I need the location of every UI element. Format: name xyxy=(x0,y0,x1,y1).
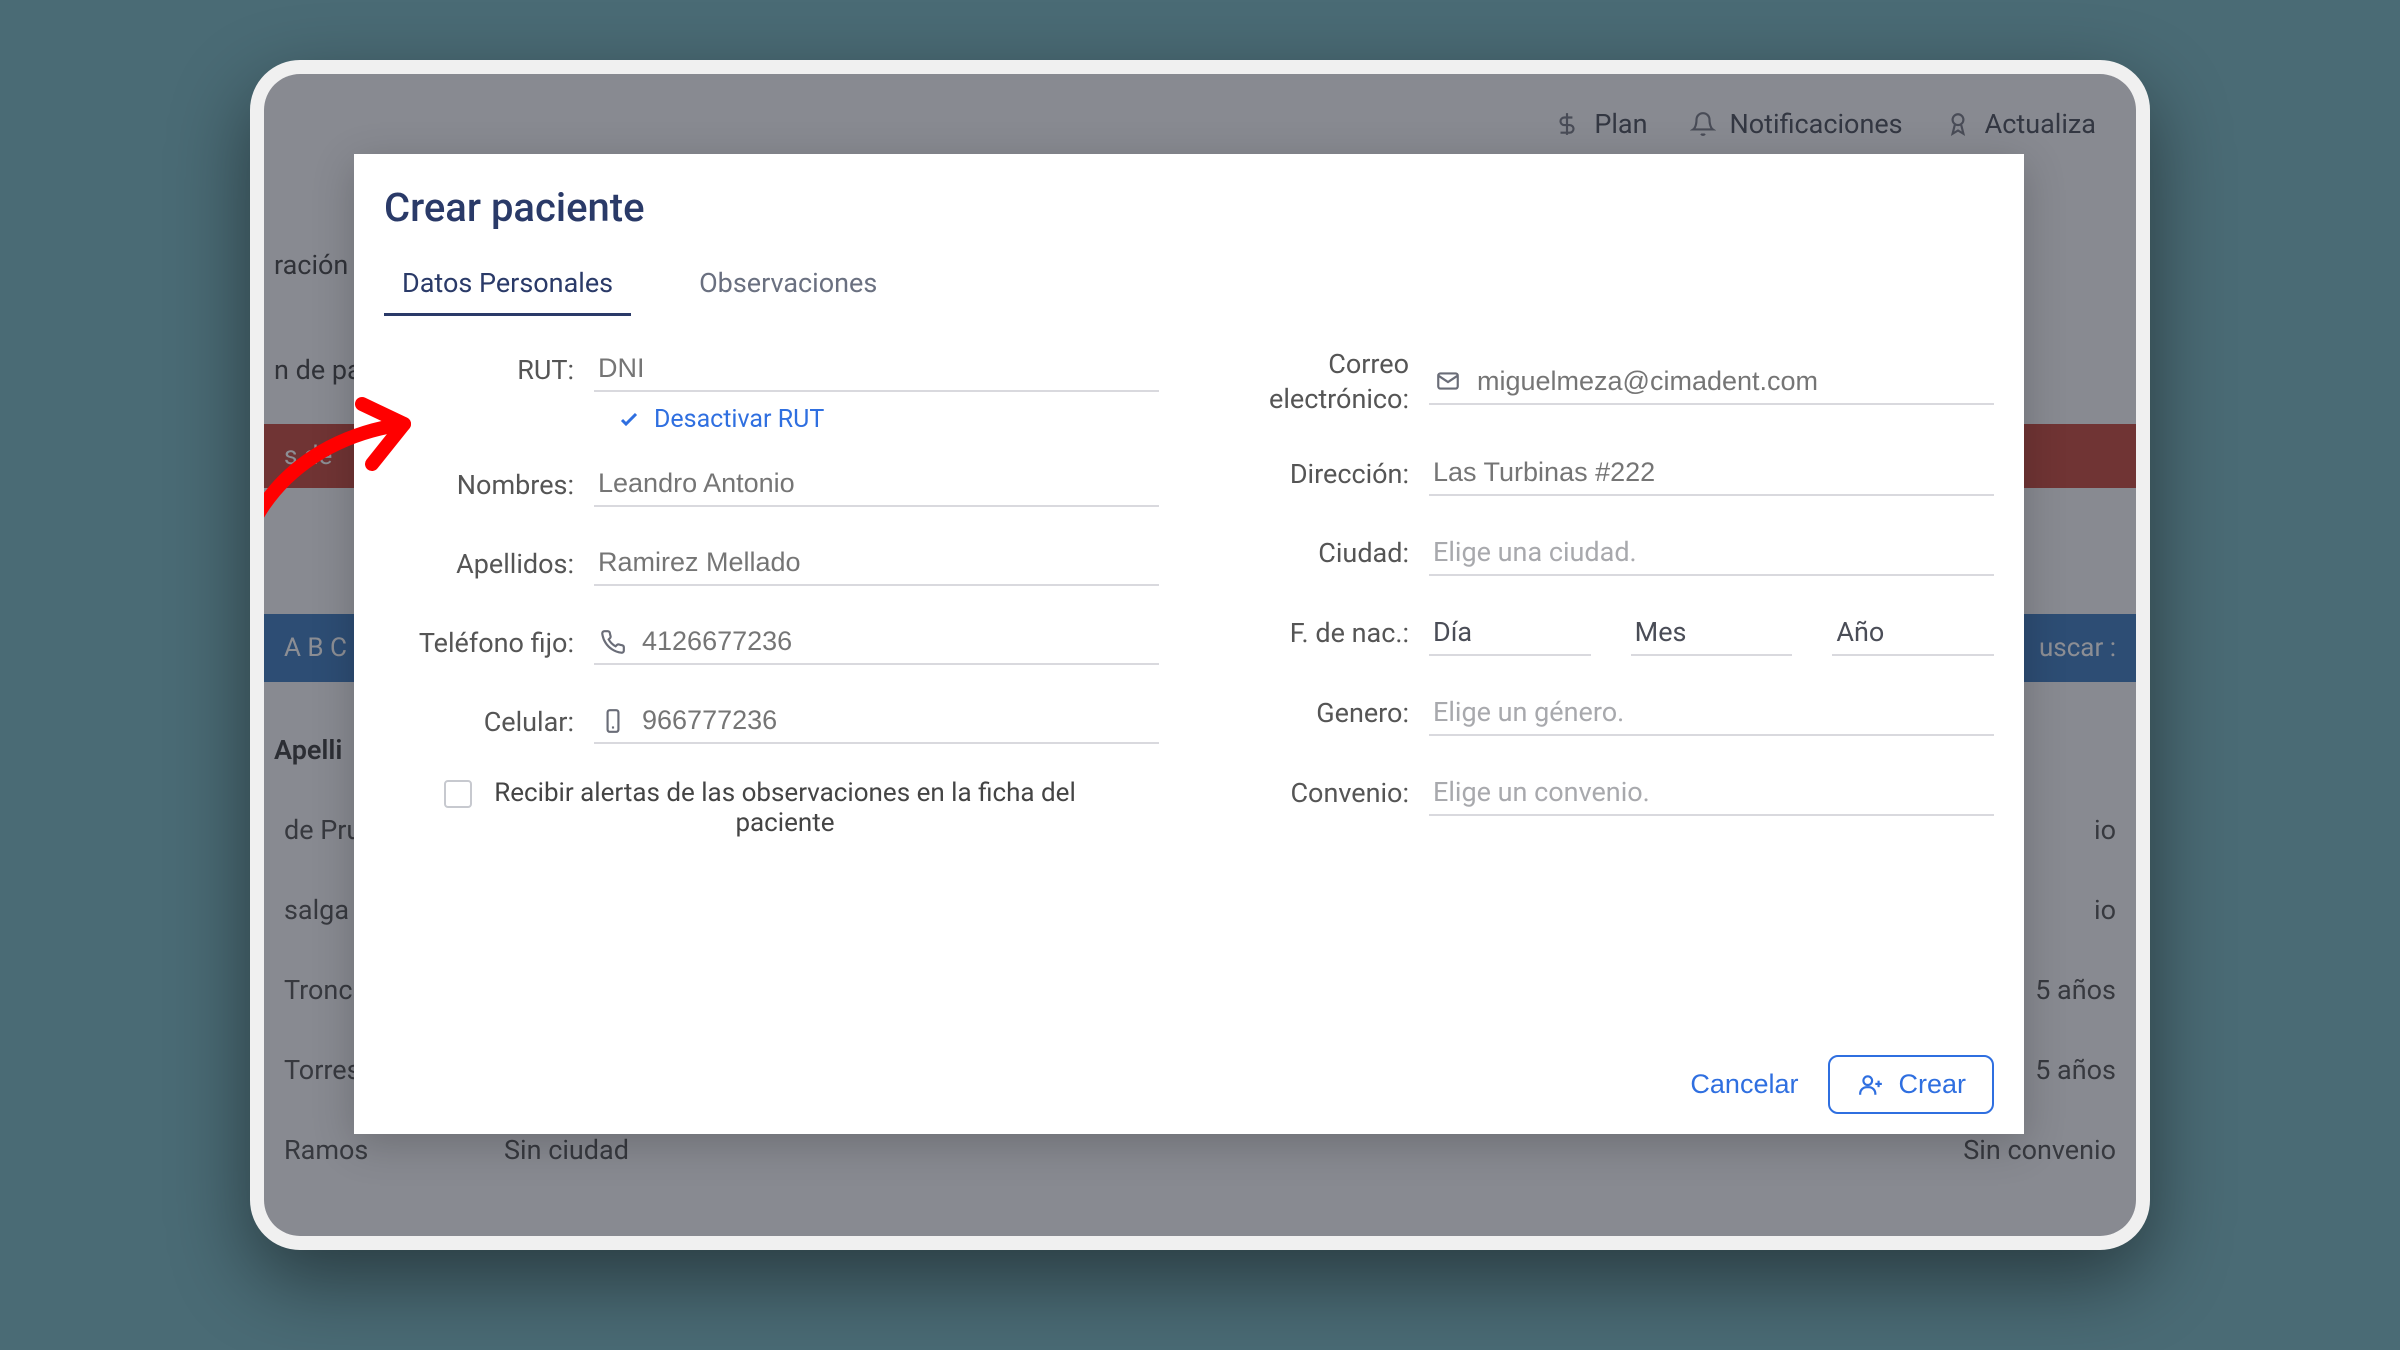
city-select[interactable]: Elige una ciudad. xyxy=(1433,536,1990,568)
agreement-select[interactable]: Elige un convenio. xyxy=(1433,776,1990,808)
field-mobile: Celular: xyxy=(384,699,1159,744)
label-names: Nombres: xyxy=(384,469,594,501)
modal-title: Crear paciente xyxy=(384,184,1994,231)
check-icon xyxy=(614,404,644,434)
email-input[interactable] xyxy=(1477,366,1990,397)
label-landline: Teléfono fijo: xyxy=(384,627,594,659)
landline-input[interactable] xyxy=(642,626,1155,657)
field-email: Correo electrónico: xyxy=(1219,347,1994,417)
field-rut: RUT: xyxy=(384,347,1159,392)
agreement-select-wrap[interactable]: Elige un convenio. xyxy=(1429,770,1994,816)
field-city: Ciudad: Elige una ciudad. xyxy=(1219,530,1994,576)
label-gender: Genero: xyxy=(1219,697,1429,729)
user-plus-icon xyxy=(1856,1070,1886,1100)
form-columns: RUT: Desactivar RUT Nombres: xyxy=(384,347,1994,1035)
city-select-wrap[interactable]: Elige una ciudad. xyxy=(1429,530,1994,576)
deactivate-rut-link[interactable]: Desactivar RUT xyxy=(614,404,1159,434)
phone-icon xyxy=(598,627,628,657)
field-gender: Genero: Elige un género. xyxy=(1219,690,1994,736)
form-right-column: Correo electrónico: Dirección: xyxy=(1219,347,1994,1035)
alerts-checkbox[interactable] xyxy=(444,780,472,808)
create-patient-modal: Crear paciente Datos Personales Observac… xyxy=(354,154,2024,1134)
deactivate-rut-label: Desactivar RUT xyxy=(654,405,824,434)
label-city: Ciudad: xyxy=(1219,537,1429,569)
create-button-label: Crear xyxy=(1898,1069,1966,1100)
mobile-input-wrap[interactable] xyxy=(594,699,1159,744)
surnames-input-wrap[interactable] xyxy=(594,541,1159,586)
tab-personal-data[interactable]: Datos Personales xyxy=(384,259,631,316)
mobile-input[interactable] xyxy=(642,705,1155,736)
label-rut: RUT: xyxy=(384,354,594,386)
names-input[interactable] xyxy=(598,468,1155,499)
mail-icon xyxy=(1433,366,1463,396)
cancel-button[interactable]: Cancelar xyxy=(1690,1069,1798,1100)
dob-month-select[interactable]: Mes xyxy=(1631,610,1793,656)
rut-input-wrap[interactable] xyxy=(594,347,1159,392)
dob-day-select[interactable]: Día xyxy=(1429,610,1591,656)
label-surnames: Apellidos: xyxy=(384,548,594,580)
modal-tabs: Datos Personales Observaciones xyxy=(384,259,1994,317)
dob-selects: Día Mes Año xyxy=(1429,610,1994,656)
field-agreement: Convenio: Elige un convenio. xyxy=(1219,770,1994,816)
field-names: Nombres: xyxy=(384,462,1159,507)
landline-input-wrap[interactable] xyxy=(594,620,1159,665)
gender-select-wrap[interactable]: Elige un género. xyxy=(1429,690,1994,736)
field-surnames: Apellidos: xyxy=(384,541,1159,586)
mobile-icon xyxy=(598,706,628,736)
tab-observations[interactable]: Observaciones xyxy=(681,259,895,316)
email-input-wrap[interactable] xyxy=(1429,360,1994,405)
dob-year-select[interactable]: Año xyxy=(1832,610,1994,656)
label-address: Dirección: xyxy=(1219,458,1429,490)
field-landline: Teléfono fijo: xyxy=(384,620,1159,665)
gender-select[interactable]: Elige un género. xyxy=(1433,696,1990,728)
address-input[interactable] xyxy=(1433,457,1990,488)
form-left-column: RUT: Desactivar RUT Nombres: xyxy=(384,347,1159,1035)
device-frame: Plan Notificaciones Actualiza ración n d… xyxy=(250,60,2150,1250)
rut-input[interactable] xyxy=(598,353,1155,384)
app-background: Plan Notificaciones Actualiza ración n d… xyxy=(264,74,2136,1236)
modal-actions: Cancelar Crear xyxy=(384,1035,1994,1114)
alerts-checkbox-row[interactable]: Recibir alertas de las observaciones en … xyxy=(444,778,1084,838)
names-input-wrap[interactable] xyxy=(594,462,1159,507)
create-button[interactable]: Crear xyxy=(1828,1055,1994,1114)
label-dob: F. de nac.: xyxy=(1219,617,1429,649)
alerts-checkbox-label: Recibir alertas de las observaciones en … xyxy=(486,778,1084,838)
surnames-input[interactable] xyxy=(598,547,1155,578)
address-input-wrap[interactable] xyxy=(1429,451,1994,496)
label-mobile: Celular: xyxy=(384,706,594,738)
field-address: Dirección: xyxy=(1219,451,1994,496)
field-dob: F. de nac.: Día Mes Año xyxy=(1219,610,1994,656)
label-agreement: Convenio: xyxy=(1219,777,1429,809)
label-email: Correo electrónico: xyxy=(1219,347,1429,417)
